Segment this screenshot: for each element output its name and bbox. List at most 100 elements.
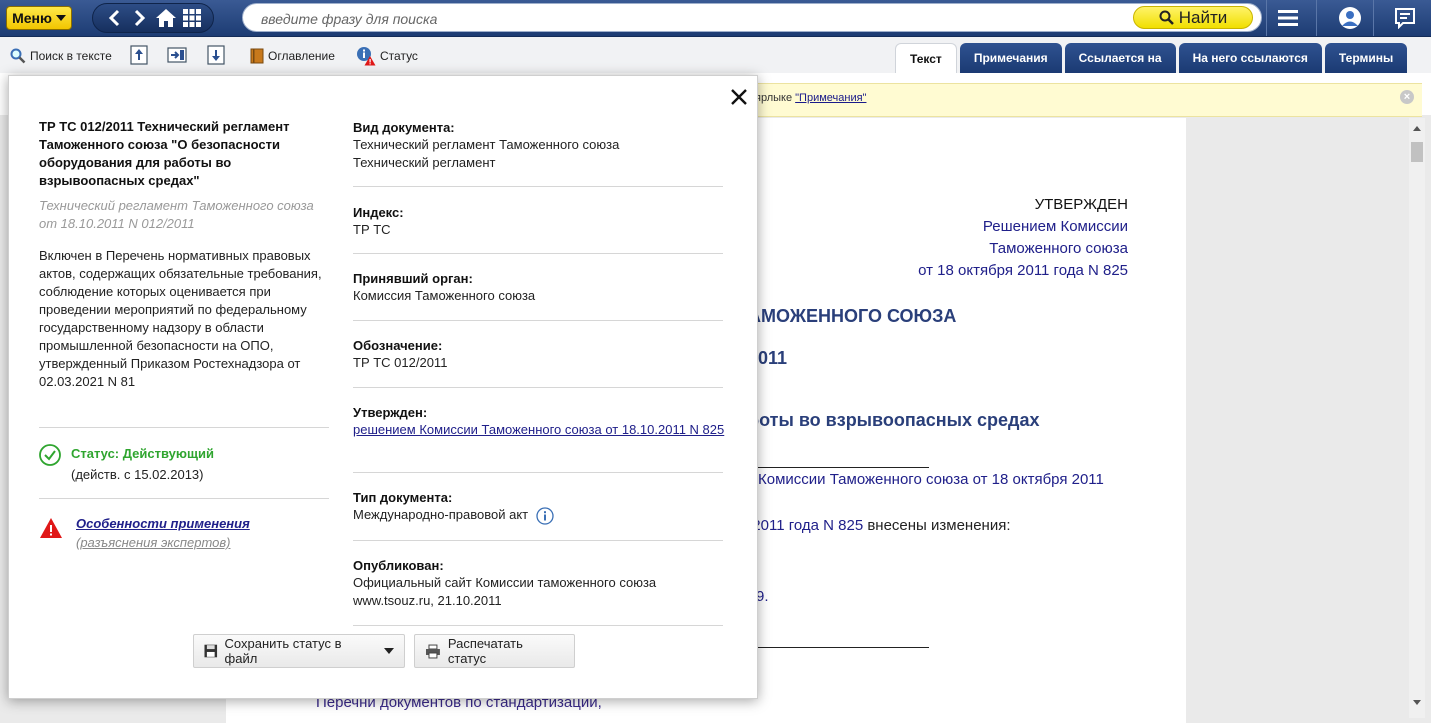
search-in-text-button[interactable]: Поиск в тексте <box>10 46 112 66</box>
close-icon[interactable] <box>727 85 751 109</box>
divider <box>353 320 723 321</box>
divider <box>353 387 723 388</box>
divider <box>353 253 723 254</box>
field-label: Утвержден: <box>353 405 428 420</box>
user-icon[interactable] <box>1335 4 1365 32</box>
contents-label: Оглавление <box>268 49 335 63</box>
field-label: Тип документа: <box>353 490 453 505</box>
doc-approved-by-1: Решением Комиссии <box>982 218 1128 235</box>
search-icon <box>1159 10 1174 25</box>
menu-button-label: Меню <box>12 10 52 26</box>
divider <box>1373 0 1374 36</box>
search-in-text-label: Поиск в тексте <box>30 49 112 63</box>
check-circle-icon <box>39 444 61 466</box>
tab-label: Текст <box>910 51 942 66</box>
document-scrollbar[interactable] <box>1409 118 1425 718</box>
divider <box>1266 0 1267 36</box>
nav-group <box>92 3 214 33</box>
divider <box>39 427 329 428</box>
field-value: Комиссия Таможенного союза <box>353 288 536 303</box>
next-occurrence-icon[interactable] <box>206 45 226 65</box>
contents-button[interactable]: Оглавление <box>250 46 335 66</box>
scroll-thumb[interactable] <box>1411 142 1423 162</box>
notice-link[interactable]: "Примечания" <box>795 92 866 104</box>
info-icon[interactable] <box>536 506 554 525</box>
print-status-label: Распечатать статус <box>447 636 523 666</box>
field-label: Обозначение: <box>353 338 443 353</box>
info-warning-icon <box>357 47 376 66</box>
tab-terms[interactable]: Термины <box>1324 43 1408 73</box>
save-status-button[interactable]: Сохранить статус в файл <box>193 634 405 668</box>
doc-heading-3: боты во взрывоопасных средах <box>748 410 1040 430</box>
grid-icon[interactable] <box>180 6 204 30</box>
divider <box>353 625 723 626</box>
top-bar: Меню Найти <box>0 0 1431 37</box>
warning-triangle-icon <box>40 518 62 538</box>
tab-notes[interactable]: Примечания <box>959 43 1062 73</box>
chevron-down-icon[interactable] <box>384 648 394 654</box>
magnifier-icon <box>10 48 26 64</box>
print-status-button[interactable]: Распечатать статус <box>414 634 575 668</box>
print-icon <box>425 644 440 658</box>
search-input[interactable] <box>259 7 1123 30</box>
field-value: ТР ТС <box>353 222 391 237</box>
document-tabs: Текст Примечания Ссылается на На него сс… <box>895 43 1408 73</box>
feedback-icon[interactable] <box>1390 4 1420 32</box>
status-badge: Статус: Действующий <box>71 446 214 461</box>
field-document-kind: Тип документа: Международно-правовой акт <box>353 489 725 525</box>
tab-label: На него ссылаются <box>1192 51 1308 65</box>
field-value: ТР ТС 012/2011 <box>353 355 448 370</box>
approved-by-link[interactable]: решением Комиссии Таможенного союза от 1… <box>353 422 724 437</box>
notice-prefix: ярлыке <box>755 92 796 104</box>
expert-explanations-link[interactable]: (разъяснения экспертов) <box>76 535 230 550</box>
save-icon <box>204 644 218 658</box>
inclusion-note: Включен в Перечень нормативных правовых … <box>39 248 322 389</box>
tab-label: Ссылается на <box>1078 51 1162 65</box>
tab-label: Термины <box>1338 51 1394 65</box>
book-icon <box>250 48 264 64</box>
divider <box>1316 0 1317 36</box>
scroll-up-icon[interactable] <box>1413 126 1421 131</box>
divider <box>758 467 929 468</box>
field-label: Вид документа: <box>353 120 455 135</box>
status-button[interactable]: Статус <box>356 46 418 66</box>
status-popup: ТР ТС 012/2011 Технический регламент Там… <box>8 75 758 699</box>
forward-icon[interactable] <box>128 6 152 30</box>
field-approved: Утвержден: решением Комиссии Таможенного… <box>353 404 725 439</box>
field-designation: Обозначение: ТР ТС 012/2011 <box>353 337 725 372</box>
field-doc-type: Вид документа: Технический регламент Там… <box>353 119 725 172</box>
divider <box>353 186 723 187</box>
doc-line-2-tail: внесены изменения: <box>863 517 1011 534</box>
save-status-label: Сохранить статус в файл <box>224 636 342 666</box>
field-issuing-body: Принявший орган: Комиссия Таможенного со… <box>353 270 725 305</box>
close-icon[interactable]: × <box>1400 90 1414 104</box>
document-subtitle: Технический регламент Таможенного союза … <box>39 198 314 231</box>
doc-line-2-link[interactable]: я 2011 года N 825 <box>740 517 863 534</box>
tab-referenced-by[interactable]: На него ссылаются <box>1178 43 1322 73</box>
scroll-down-icon[interactable] <box>1413 700 1421 705</box>
tab-label: Примечания <box>973 51 1048 65</box>
find-button[interactable]: Найти <box>1133 6 1253 29</box>
hamburger-icon[interactable] <box>1273 4 1303 32</box>
tab-text[interactable]: Текст <box>895 43 957 73</box>
back-icon[interactable] <box>102 6 126 30</box>
field-label: Опубликован: <box>353 558 444 573</box>
search-box: Найти <box>242 3 1262 32</box>
prev-occurrence-icon[interactable] <box>129 45 149 65</box>
chevron-down-icon <box>55 15 66 21</box>
sync-icon[interactable] <box>167 45 187 65</box>
doc-heading-1: АМОЖЕННОГО СОЮЗА <box>748 306 957 326</box>
home-icon[interactable] <box>154 6 178 30</box>
tab-refers-to[interactable]: Ссылается на <box>1064 43 1176 73</box>
divider <box>758 647 929 648</box>
field-label: Принявший орган: <box>353 271 473 286</box>
notice-text: ярлыке "Примечания" <box>755 92 866 104</box>
special-application-link[interactable]: Особенности применения <box>76 516 250 531</box>
menu-button[interactable]: Меню <box>6 6 72 30</box>
divider <box>39 498 329 499</box>
doc-approved: УТВЕРЖДЕН <box>1034 196 1128 213</box>
field-value: Международно-правовой акт <box>353 507 529 522</box>
doc-line-1[interactable]: Комиссии Таможенного союза от 18 октября… <box>758 471 1104 488</box>
document-title: ТР ТС 012/2011 Технический регламент Там… <box>39 119 290 188</box>
field-label: Индекс: <box>353 205 404 220</box>
